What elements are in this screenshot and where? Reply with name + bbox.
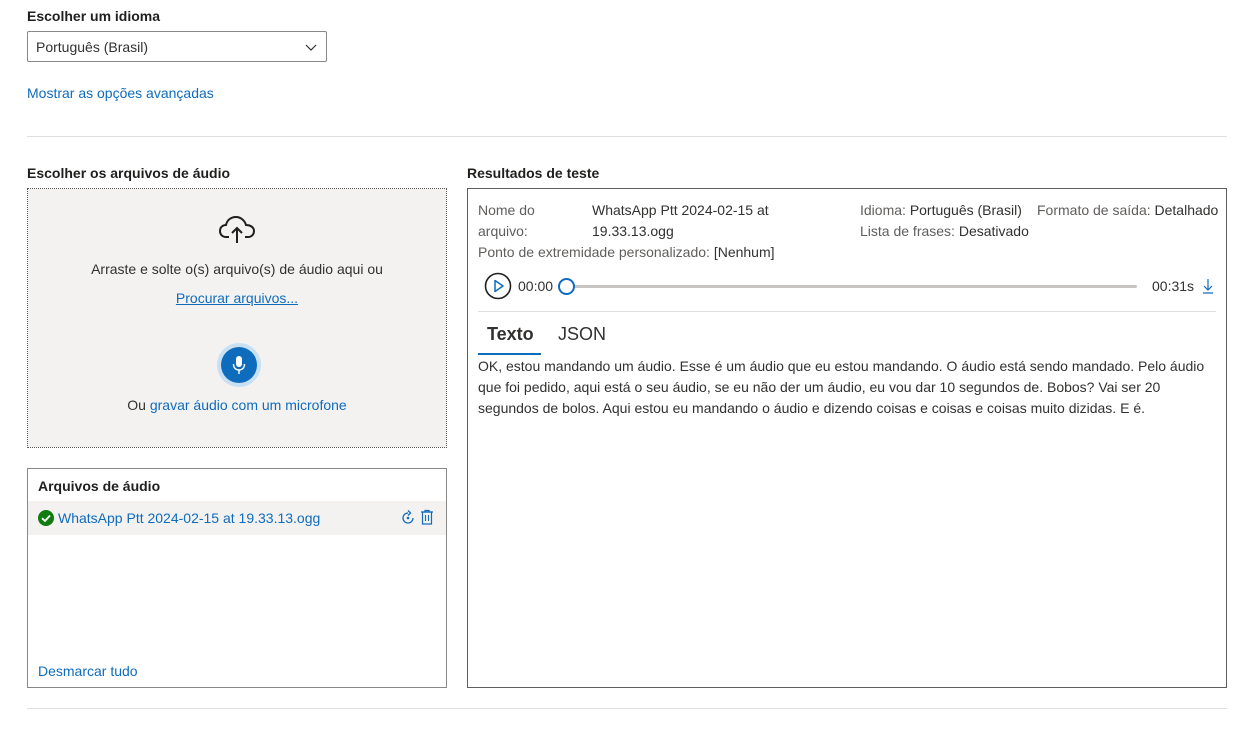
audio-progress-track[interactable] bbox=[567, 285, 1137, 288]
file-list-item[interactable]: WhatsApp Ptt 2024-02-15 at 19.33.13.ogg bbox=[28, 501, 446, 535]
language-dropdown-value: Português (Brasil) bbox=[36, 38, 149, 55]
endpoint-info: Ponto de extremidade personalizado: [Nen… bbox=[478, 244, 775, 260]
audio-files-panel: Arquivos de áudio WhatsApp Ptt 2024-02-1… bbox=[27, 468, 447, 688]
tab-json[interactable]: JSON bbox=[558, 324, 606, 345]
transcript-text: OK, estou mandando um áudio. Esse é um á… bbox=[478, 358, 1205, 416]
language-label: Escolher um idioma bbox=[27, 8, 161, 24]
delete-icon[interactable] bbox=[420, 509, 434, 525]
language-info: Idioma: Português (Brasil) bbox=[860, 202, 1022, 218]
audio-dropzone[interactable]: Arraste e solte o(s) arquivo(s) de áudio… bbox=[27, 188, 447, 448]
upload-title: Escolher os arquivos de áudio bbox=[27, 165, 231, 181]
play-icon[interactable] bbox=[484, 272, 512, 300]
section-divider bbox=[27, 136, 1227, 137]
results-title: Resultados de teste bbox=[467, 165, 600, 181]
deselect-all-link[interactable]: Desmarcar tudo bbox=[38, 663, 138, 679]
chevron-down-icon bbox=[305, 44, 317, 51]
record-microphone-button[interactable] bbox=[217, 343, 261, 387]
bottom-divider bbox=[27, 708, 1227, 709]
tab-texto[interactable]: Texto bbox=[487, 324, 534, 345]
retry-icon[interactable] bbox=[400, 510, 416, 526]
cloud-upload-icon bbox=[218, 215, 256, 243]
browse-files-link[interactable]: Procurar arquivos... bbox=[176, 290, 298, 306]
record-prefix: Ou bbox=[127, 397, 150, 413]
active-tab-indicator bbox=[478, 353, 541, 355]
record-microphone-link[interactable]: gravar áudio com um microfone bbox=[150, 397, 347, 413]
language-dropdown[interactable]: Português (Brasil) bbox=[27, 31, 327, 62]
output-format-info: Formato de saída: Detalhado bbox=[1037, 202, 1219, 218]
audio-files-title: Arquivos de áudio bbox=[38, 478, 161, 494]
success-check-icon bbox=[38, 510, 54, 526]
phrase-list-info: Lista de frases: Desativado bbox=[860, 223, 1029, 239]
player-divider bbox=[478, 311, 1216, 312]
audio-duration: 00:31s bbox=[1152, 278, 1195, 294]
drop-instructions: Arraste e solte o(s) arquivo(s) de áudio… bbox=[91, 261, 383, 277]
microphone-icon bbox=[232, 356, 246, 374]
results-panel: Nome do arquivo: WhatsApp Ptt 2024-02-15… bbox=[467, 188, 1227, 688]
advanced-options-link[interactable]: Mostrar as opções avançadas bbox=[27, 85, 214, 101]
download-icon[interactable] bbox=[1202, 278, 1214, 294]
file-name-label: Nome do arquivo: bbox=[478, 202, 535, 239]
file-name-link[interactable]: WhatsApp Ptt 2024-02-15 at 19.33.13.ogg bbox=[58, 510, 320, 526]
current-time: 00:00 bbox=[518, 278, 554, 294]
file-name-value: WhatsApp Ptt 2024-02-15 at 19.33.13.ogg bbox=[592, 202, 769, 239]
audio-progress-knob[interactable] bbox=[558, 278, 575, 295]
